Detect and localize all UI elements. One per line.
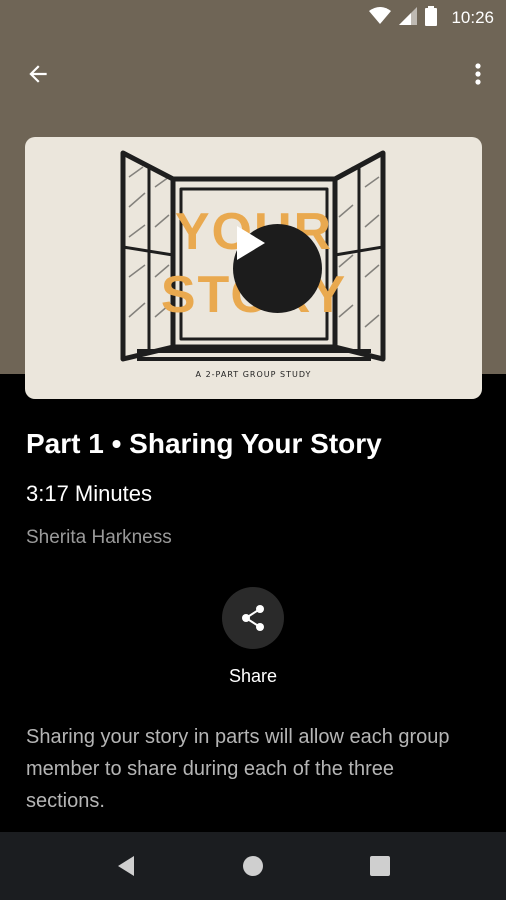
play-icon (237, 226, 265, 260)
cellular-signal-icon (399, 6, 418, 30)
video-thumbnail[interactable]: YOUR STORY A 2-PART GROUP STUDY (25, 137, 482, 399)
system-nav-bar (0, 832, 506, 900)
nav-home-button[interactable] (237, 850, 269, 882)
share-label[interactable]: Share (0, 666, 506, 687)
nav-recents-button[interactable] (364, 850, 396, 882)
episode-title: Part 1 • Sharing Your Story (26, 428, 382, 459)
episode-duration: 3:17 Minutes (26, 481, 152, 506)
status-time: 10:26 (451, 8, 494, 27)
recents-square-icon (370, 856, 390, 876)
back-triangle-icon (118, 856, 134, 876)
arrow-left-icon (29, 65, 47, 83)
more-options-button[interactable] (466, 58, 490, 90)
back-button[interactable] (22, 58, 54, 90)
more-vert-icon (475, 63, 481, 85)
episode-description: Sharing your story in parts will allow e… (26, 726, 450, 812)
share-button[interactable] (222, 587, 284, 649)
play-button[interactable] (233, 224, 322, 313)
app-bar (0, 48, 506, 100)
episode-author: Sherita Harkness (26, 527, 172, 548)
battery-icon (425, 5, 438, 31)
home-circle-icon (243, 856, 263, 876)
nav-back-button[interactable] (110, 850, 142, 882)
artwork-caption: A 2-PART GROUP STUDY (195, 370, 312, 379)
status-bar: 10:26 (0, 0, 506, 36)
wifi-icon (369, 6, 392, 30)
share-icon (242, 605, 264, 631)
